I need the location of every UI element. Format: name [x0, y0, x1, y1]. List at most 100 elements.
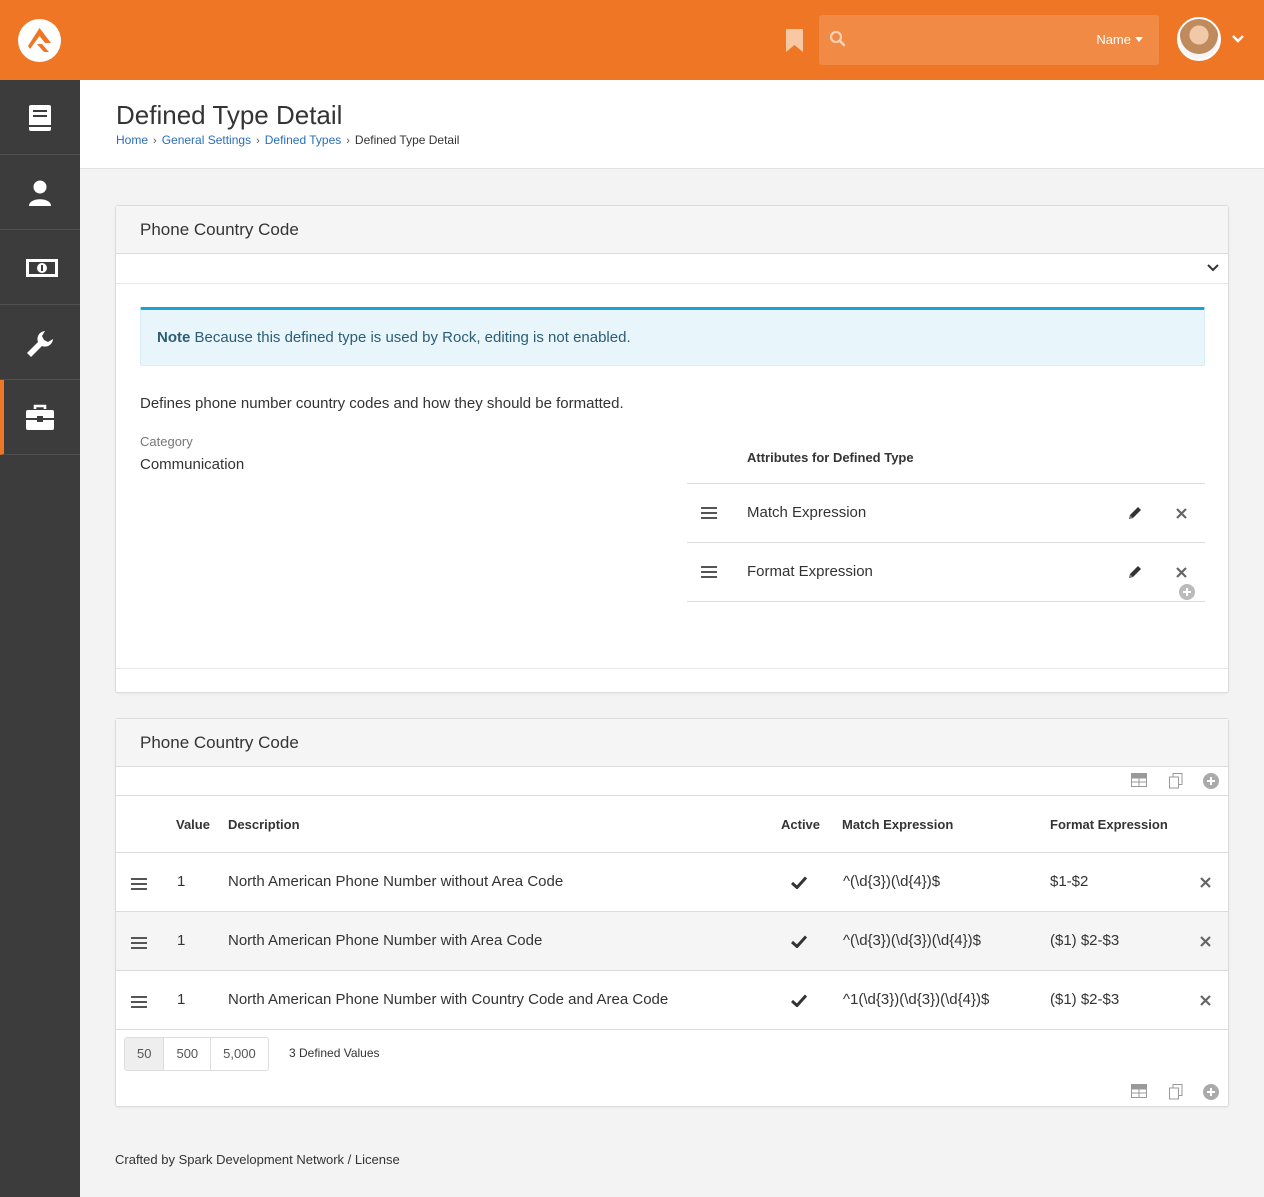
table-row[interactable]: 1 North American Phone Number without Ar…: [116, 853, 1228, 912]
close-icon[interactable]: [1200, 995, 1211, 1006]
column-header-active[interactable]: Active: [781, 817, 820, 832]
chevron-right-icon: ›: [256, 135, 260, 147]
column-header-format-expression[interactable]: Format Expression: [1050, 817, 1168, 832]
cell-value: 1: [177, 873, 186, 890]
drag-handle-icon[interactable]: [701, 565, 717, 579]
close-icon[interactable]: [1176, 508, 1187, 519]
grid-actions-bottom: [116, 1081, 1228, 1107]
drag-handle-icon[interactable]: [131, 936, 147, 950]
breadcrumb-home[interactable]: Home: [116, 133, 148, 147]
cell-format-expression: ($1) $2-$3: [1050, 932, 1120, 949]
wrench-icon: [27, 331, 53, 357]
excel-export-icon[interactable]: [1131, 1084, 1147, 1098]
breadcrumb-general-settings[interactable]: General Settings: [162, 133, 251, 147]
sidebar: [0, 80, 80, 1197]
attribute-name: Match Expression: [747, 504, 867, 521]
cell-format-expression: ($1) $2-$3: [1050, 991, 1120, 1008]
chevron-right-icon: ›: [346, 135, 350, 147]
sidebar-item-tools[interactable]: [0, 305, 80, 380]
grid-actions-top: [116, 767, 1228, 796]
top-bar: Name: [0, 0, 1264, 80]
copy-icon[interactable]: [1169, 773, 1183, 789]
column-header-match-expression[interactable]: Match Expression: [842, 817, 953, 832]
attribute-row: Format Expression: [687, 543, 1205, 602]
cell-format-expression: $1-$2: [1050, 873, 1089, 890]
sidebar-item-admin[interactable]: [0, 380, 80, 455]
chevron-down-icon[interactable]: [1231, 34, 1245, 44]
search-filter-dropdown[interactable]: Name: [1096, 32, 1143, 47]
rock-logo[interactable]: [18, 19, 61, 62]
attribute-name: Format Expression: [747, 563, 873, 580]
money-icon: [26, 259, 58, 277]
bookmark-icon[interactable]: [785, 29, 804, 52]
attributes-grid-heading: Attributes for Defined Type: [687, 436, 1205, 484]
drag-handle-icon[interactable]: [701, 506, 717, 520]
category-value: Communication: [140, 456, 245, 473]
column-header-value[interactable]: Value: [176, 817, 210, 832]
panel-title: Phone Country Code: [116, 206, 1228, 254]
add-circle-icon[interactable]: [1179, 584, 1195, 600]
breadcrumb-defined-types[interactable]: Defined Types: [265, 133, 342, 147]
defined-type-description: Defines phone number country codes and h…: [140, 395, 624, 412]
column-header-description[interactable]: Description: [228, 817, 300, 832]
search-filter-label: Name: [1096, 32, 1131, 47]
page-title: Defined Type Detail: [116, 100, 343, 130]
close-icon[interactable]: [1200, 877, 1211, 888]
info-alert: Note Because this defined type is used b…: [140, 307, 1205, 366]
table-row[interactable]: 1 North American Phone Number with Count…: [116, 971, 1228, 1030]
pencil-icon[interactable]: [1127, 505, 1143, 521]
copy-icon[interactable]: [1169, 1084, 1183, 1100]
item-count: 3 Defined Values: [289, 1046, 380, 1060]
cell-match-expression: ^1(\d{3})(\d{3})(\d{4})$: [843, 991, 990, 1008]
sidebar-item-content[interactable]: [0, 80, 80, 155]
attribute-row: Match Expression: [687, 484, 1205, 543]
page-size-selector: 50 500 5,000: [124, 1037, 269, 1071]
alert-message: Because this defined type is used by Roc…: [190, 329, 631, 346]
search-input[interactable]: [859, 25, 1079, 55]
excel-export-icon[interactable]: [1131, 773, 1147, 787]
search-bar: Name: [819, 15, 1159, 65]
table-row[interactable]: 1 North American Phone Number with Area …: [116, 912, 1228, 971]
panel-drawer-toggle[interactable]: [116, 254, 1228, 284]
panel-footer-divider: [116, 668, 1228, 669]
defined-values-panel: Phone Country Code Value Description Act…: [115, 718, 1229, 1107]
sidebar-item-people[interactable]: [0, 155, 80, 230]
page-size-option[interactable]: 500: [164, 1038, 212, 1070]
check-icon: [791, 935, 807, 948]
drag-handle-icon[interactable]: [131, 877, 147, 891]
check-icon: [791, 876, 807, 889]
cell-description: North American Phone Number with Country…: [228, 991, 669, 1008]
pencil-icon[interactable]: [1127, 564, 1143, 580]
breadcrumb-current: Defined Type Detail: [354, 133, 460, 147]
cell-value: 1: [177, 932, 186, 949]
chevron-down-icon[interactable]: [1206, 263, 1220, 273]
search-icon: [829, 30, 846, 47]
defined-type-detail-panel: Phone Country Code Note Because this def…: [115, 205, 1229, 693]
close-icon[interactable]: [1176, 567, 1187, 578]
drag-handle-icon[interactable]: [131, 995, 147, 1009]
panel-title: Phone Country Code: [116, 719, 1228, 767]
briefcase-icon: [26, 404, 54, 430]
cell-value: 1: [177, 991, 186, 1008]
alert-label: Note: [157, 329, 191, 346]
close-icon[interactable]: [1200, 936, 1211, 947]
sidebar-item-finance[interactable]: [0, 230, 80, 305]
page-footer: Crafted by Spark Development Network / L…: [115, 1152, 400, 1167]
add-circle-icon[interactable]: [1203, 1084, 1219, 1100]
page-size-option[interactable]: 5,000: [211, 1038, 268, 1070]
category-label: Category: [140, 434, 193, 449]
caret-down-icon: [1135, 37, 1143, 42]
cell-description: North American Phone Number with Area Co…: [228, 932, 543, 949]
table-header: Value Description Active Match Expressio…: [116, 796, 1228, 853]
cell-match-expression: ^(\d{3})(\d{4})$: [843, 873, 941, 890]
cell-match-expression: ^(\d{3})(\d{3})(\d{4})$: [843, 932, 981, 949]
breadcrumb: Home › General Settings › Defined Types › Defi…: [116, 133, 459, 147]
add-circle-icon[interactable]: [1203, 773, 1219, 789]
book-icon: [29, 105, 51, 131]
page-size-option[interactable]: 50: [125, 1038, 165, 1070]
page-header: Defined Type Detail Home › General Setting…: [80, 80, 1264, 169]
cell-description: North American Phone Number without Area…: [228, 873, 564, 890]
chevron-right-icon: ›: [153, 135, 157, 147]
attributes-grid: Attributes for Defined Type Match Expres…: [687, 436, 1205, 602]
avatar[interactable]: [1177, 17, 1221, 61]
